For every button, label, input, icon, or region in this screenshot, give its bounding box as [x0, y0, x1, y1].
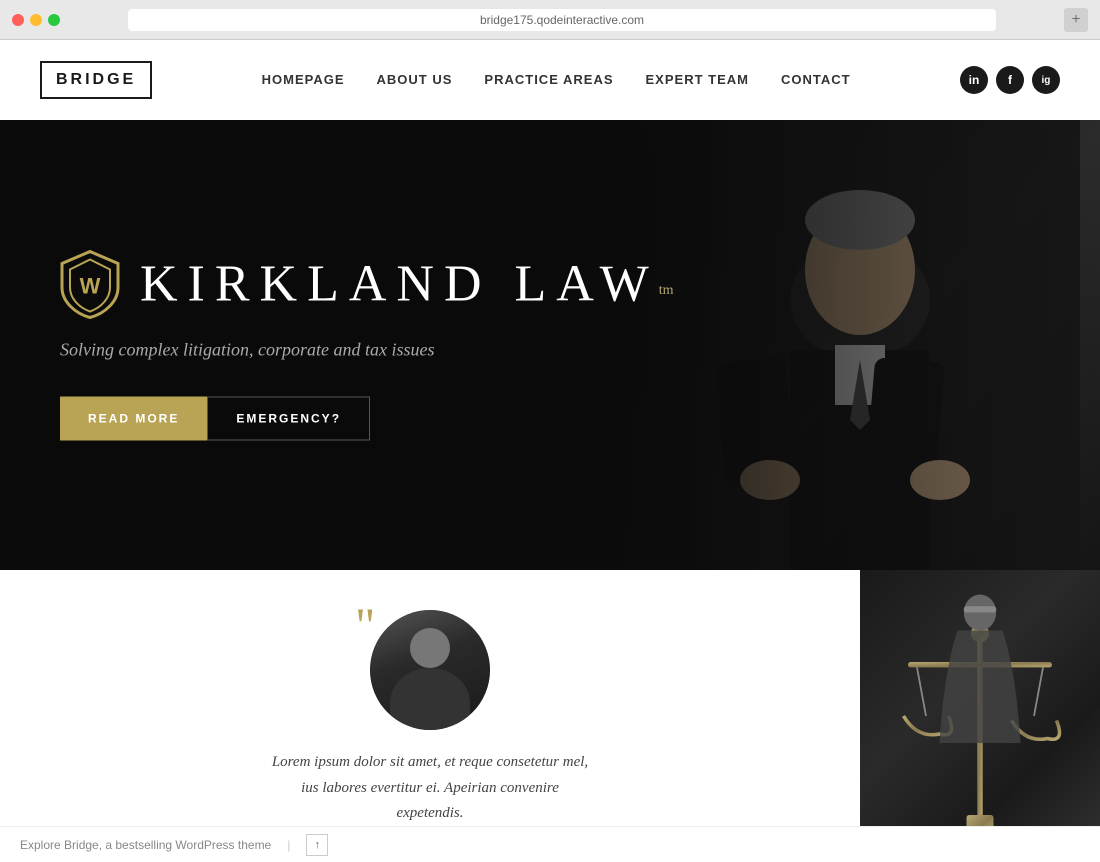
- shield-icon: W: [60, 250, 120, 320]
- footer-text: Explore Bridge, a bestselling WordPress …: [20, 838, 271, 852]
- nav-expert-team[interactable]: EXPERT TEAM: [646, 72, 749, 87]
- fullscreen-button[interactable]: [48, 14, 60, 26]
- navbar: BRIDGE HOMEPAGE ABOUT US PRACTICE AREAS …: [0, 40, 1100, 120]
- hero-content: W KIRKLAND LAWtm Solving complex litigat…: [60, 250, 674, 441]
- site-logo[interactable]: BRIDGE: [40, 61, 152, 99]
- nav-about-us[interactable]: ABOUT US: [377, 72, 453, 87]
- read-more-button[interactable]: READ MORE: [60, 397, 207, 441]
- footer-divider: |: [287, 838, 290, 852]
- avatar: [370, 610, 490, 730]
- justice-image: [860, 570, 1100, 862]
- hero-tm: tm: [659, 283, 674, 298]
- address-bar[interactable]: bridge175.qodeinteractive.com: [128, 9, 996, 31]
- avatar-container: ": [370, 610, 490, 730]
- testimonial-text: Lorem ipsum dolor sit amet, et reque con…: [270, 750, 590, 827]
- hero-subtitle: Solving complex litigation, corporate an…: [60, 340, 674, 361]
- facebook-icon[interactable]: f: [996, 66, 1024, 94]
- nav-links: HOMEPAGE ABOUT US PRACTICE AREAS EXPERT …: [262, 71, 851, 89]
- url-text: bridge175.qodeinteractive.com: [480, 13, 644, 27]
- new-tab-button[interactable]: +: [1064, 8, 1088, 32]
- footer-bar: Explore Bridge, a bestselling WordPress …: [0, 826, 1100, 862]
- website-content: BRIDGE HOMEPAGE ABOUT US PRACTICE AREAS …: [0, 40, 1100, 862]
- justice-image-inner: [860, 570, 1100, 862]
- hero-logo-group: W KIRKLAND LAWtm: [60, 250, 674, 320]
- close-button[interactable]: [12, 14, 24, 26]
- scroll-up-button[interactable]: ↑: [306, 834, 328, 856]
- hero-buttons: READ MORE EMERGENCY?: [60, 397, 674, 441]
- quote-mark-icon: ": [355, 600, 375, 650]
- instagram-icon[interactable]: ig: [1032, 66, 1060, 94]
- emergency-button[interactable]: EMERGENCY?: [207, 397, 370, 441]
- testimonial-section: " Lorem ipsum dolor sit amet, et reque c…: [0, 570, 860, 862]
- hero-title: KIRKLAND LAWtm: [140, 259, 674, 311]
- bottom-section: " Lorem ipsum dolor sit amet, et reque c…: [0, 570, 1100, 862]
- linkedin-icon[interactable]: in: [960, 66, 988, 94]
- nav-social: in f ig: [960, 66, 1060, 94]
- nav-homepage[interactable]: HOMEPAGE: [262, 72, 345, 87]
- browser-chrome: bridge175.qodeinteractive.com +: [0, 0, 1100, 40]
- scales-of-justice-icon: [890, 576, 1070, 856]
- hero-section: W KIRKLAND LAWtm Solving complex litigat…: [0, 120, 1100, 570]
- avatar-image: [370, 610, 490, 730]
- nav-practice-areas[interactable]: PRACTICE AREAS: [484, 72, 613, 87]
- hero-title-text: KIRKLAND LAW: [140, 256, 659, 313]
- minimize-button[interactable]: [30, 14, 42, 26]
- svg-text:W: W: [80, 274, 101, 299]
- nav-contact[interactable]: CONTACT: [781, 72, 851, 87]
- traffic-lights: [12, 14, 60, 26]
